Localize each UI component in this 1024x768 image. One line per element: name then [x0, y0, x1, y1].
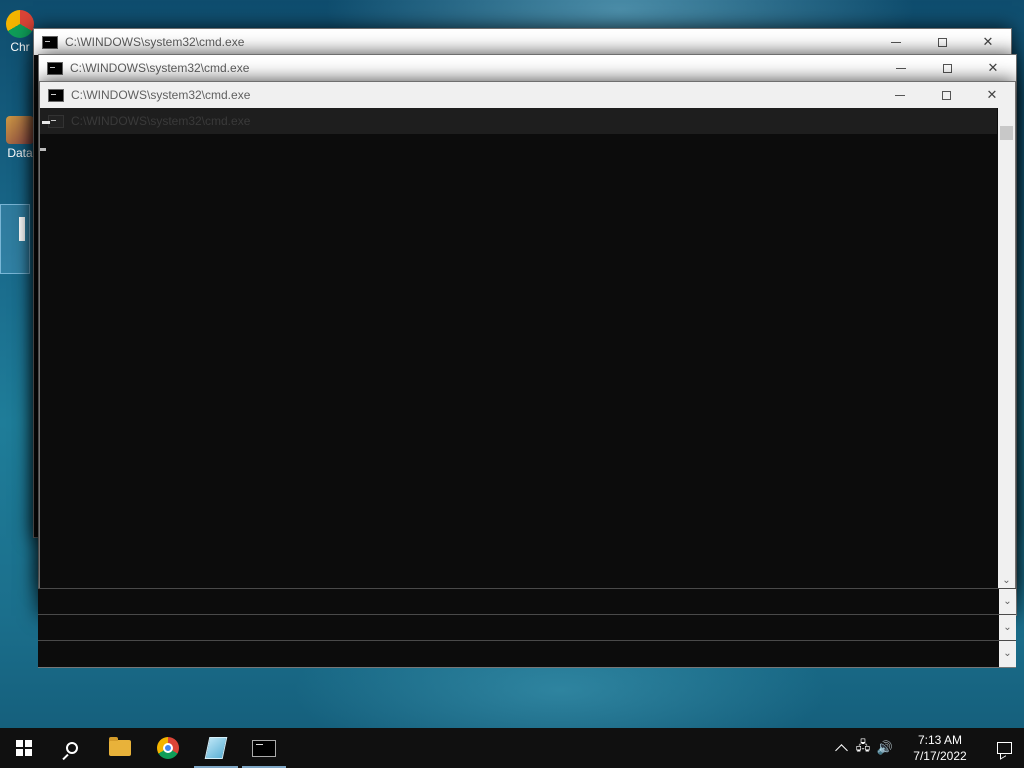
notepad-button[interactable]	[192, 728, 240, 768]
cmd-window-3[interactable]: C:\WINDOWS\system32\cmd.exe ✕ C:\WINDOWS…	[39, 81, 1016, 590]
scroll-down-button[interactable]: ⌄	[999, 641, 1016, 667]
desktop-icon-label: Chr	[10, 40, 30, 54]
chevron-up-icon	[835, 744, 848, 757]
scroll-up-button[interactable]	[998, 108, 1015, 125]
ghost-title-bar: C:\WINDOWS\system32\cmd.exe	[40, 108, 997, 134]
title-bar[interactable]: C:\WINDOWS\system32\cmd.exe ✕	[40, 82, 1015, 108]
chrome-icon	[6, 10, 34, 38]
cmd-icon	[48, 88, 64, 102]
vertical-scrollbar[interactable]: ⌄	[998, 108, 1015, 589]
data-icon	[6, 116, 34, 144]
maximize-button[interactable]	[923, 82, 969, 108]
start-button[interactable]	[0, 728, 48, 768]
chrome-icon	[157, 737, 179, 759]
window-title: C:\WINDOWS\system32\cmd.exe	[70, 61, 250, 75]
system-tray: 🖧 🔊 7:13 AM 7/17/2022	[830, 728, 1024, 768]
scroll-down-button[interactable]: ⌄	[999, 589, 1016, 615]
action-center-button[interactable]	[984, 728, 1024, 768]
window-title: C:\WINDOWS\system32\cmd.exe	[71, 88, 251, 102]
network-icon[interactable]: 🖧	[852, 737, 874, 759]
scroll-thumb[interactable]	[1000, 126, 1013, 140]
notification-icon	[996, 742, 1012, 754]
clock-date: 7/17/2022	[913, 749, 967, 763]
windows-logo-icon	[16, 740, 32, 756]
desktop-icon-selected[interactable]	[0, 204, 30, 274]
clock[interactable]: 7:13 AM 7/17/2022	[900, 732, 980, 764]
minimize-button[interactable]	[877, 82, 923, 108]
document-icon	[19, 217, 25, 241]
clock-time: 7:13 AM	[917, 733, 963, 747]
notepad-icon	[204, 737, 228, 759]
text-cursor	[42, 121, 50, 124]
cmd-window-strip[interactable]: ⌄	[38, 614, 1016, 641]
desktop-icon-label: Data	[7, 146, 33, 160]
maximize-button[interactable]	[919, 29, 965, 55]
taskbar: 🖧 🔊 7:13 AM 7/17/2022	[0, 728, 1024, 768]
close-button[interactable]: ✕	[969, 82, 1015, 108]
cmd-window-strip[interactable]: ⌄	[38, 640, 1016, 668]
minimize-button[interactable]	[873, 29, 919, 55]
scroll-down-button[interactable]: ⌄	[999, 615, 1016, 641]
title-bar[interactable]: C:\WINDOWS\system32\cmd.exe ✕	[39, 55, 1016, 81]
close-button[interactable]: ✕	[965, 29, 1011, 55]
cmd-icon	[42, 35, 58, 49]
search-icon	[66, 742, 78, 754]
command-prompt-button[interactable]	[240, 728, 288, 768]
chrome-button[interactable]	[144, 728, 192, 768]
scroll-down-button[interactable]: ⌄	[998, 572, 1015, 589]
file-explorer-button[interactable]	[96, 728, 144, 768]
cmd-icon	[48, 114, 64, 128]
ghost-title-text: C:\WINDOWS\system32\cmd.exe	[71, 114, 251, 128]
maximize-button[interactable]	[924, 55, 970, 81]
search-button[interactable]	[48, 728, 96, 768]
console-area[interactable]: C:\WINDOWS\system32\cmd.exe ⌄	[40, 108, 1015, 589]
cmd-icon	[47, 61, 63, 75]
cmd-window-strip[interactable]: ⌄	[38, 588, 1016, 615]
window-title: C:\WINDOWS\system32\cmd.exe	[65, 35, 245, 49]
folder-icon	[109, 737, 131, 756]
minimize-button[interactable]	[878, 55, 924, 81]
title-bar[interactable]: C:\WINDOWS\system32\cmd.exe ✕	[34, 29, 1011, 55]
show-hidden-icons-button[interactable]	[830, 741, 852, 757]
close-button[interactable]: ✕	[970, 55, 1016, 81]
cmd-icon	[252, 739, 276, 757]
text-cursor	[40, 148, 46, 151]
volume-icon[interactable]: 🔊	[874, 740, 896, 756]
